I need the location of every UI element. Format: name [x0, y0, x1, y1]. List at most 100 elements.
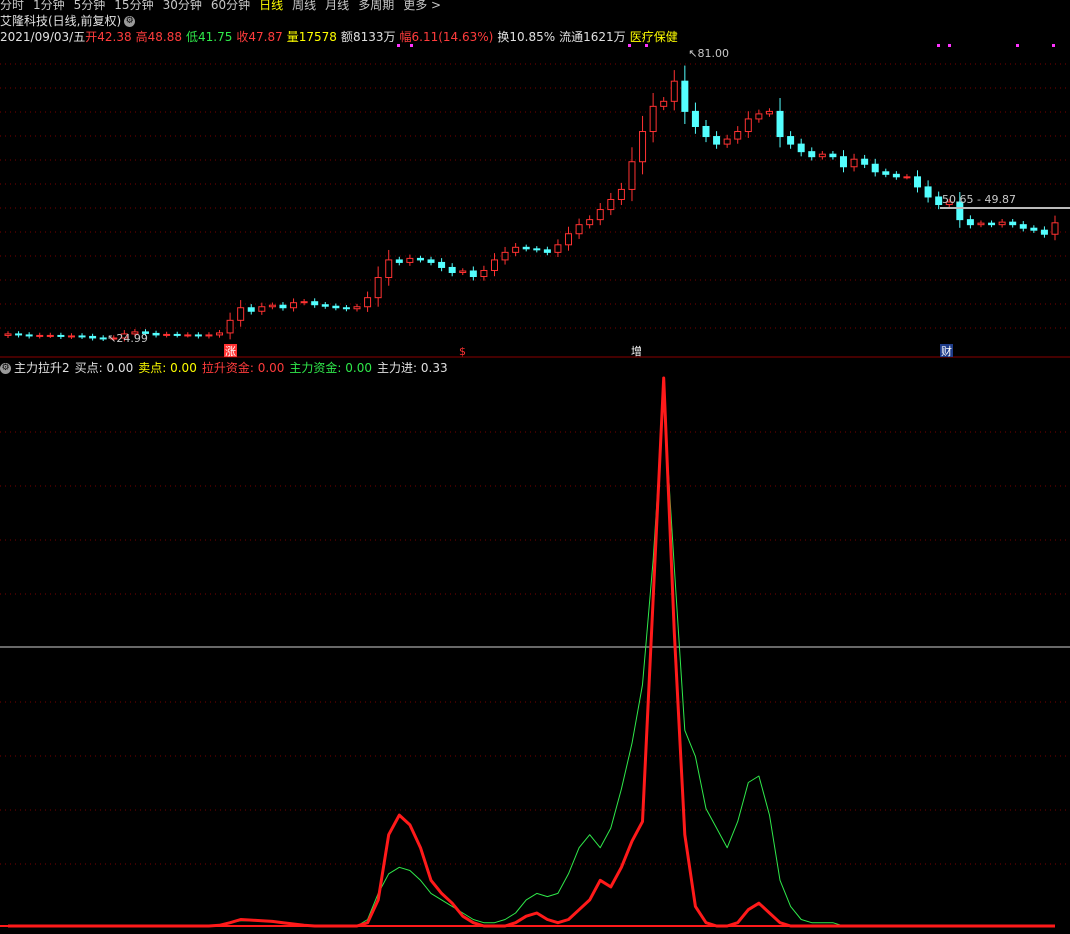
candle-body: [765, 110, 773, 115]
candle-body: [871, 163, 879, 173]
candle-body: [755, 113, 763, 120]
candle-body: [639, 131, 647, 163]
low-price-label: ↖24.99: [107, 332, 148, 345]
candle-body: [279, 304, 287, 309]
candle-body: [216, 332, 224, 336]
candle-body: [924, 186, 932, 198]
candle-body: [184, 334, 192, 337]
ohlc-row: 2021/09/03/五开42.38 高48.88 低41.75 收47.87 量175…: [0, 28, 682, 44]
candle-body: [713, 136, 721, 145]
candle-body: [67, 335, 75, 338]
tab-8[interactable]: 月线: [325, 0, 349, 12]
candle-body: [99, 337, 107, 340]
candle-body: [776, 110, 784, 138]
event-tag: $: [459, 345, 466, 358]
candle-body: [353, 306, 361, 310]
candle-body: [57, 334, 65, 337]
candle-body: [311, 301, 319, 306]
tab-10[interactable]: 更多 >: [403, 0, 441, 12]
tab-0[interactable]: 分时: [0, 0, 24, 12]
turnover-label: 换10.85%: [497, 30, 556, 44]
event-tag: 财: [941, 344, 952, 358]
tab-9[interactable]: 多周期: [358, 0, 394, 12]
buy-point: 买点: 0.00: [74, 361, 134, 375]
indicator-name[interactable]: 主力拉升2: [14, 361, 70, 375]
candle-body: [1009, 221, 1017, 226]
candle-body: [501, 251, 509, 261]
candle-body: [438, 261, 446, 268]
tab-4[interactable]: 30分钟: [163, 0, 202, 12]
candle-body: [512, 246, 520, 253]
candle-body: [702, 125, 710, 138]
candle-body: [1051, 222, 1059, 235]
candle-body: [290, 302, 298, 309]
candle-body: [1040, 229, 1048, 235]
signal-marker: [628, 44, 631, 47]
candle-body: [416, 257, 424, 261]
change-label: 幅6.11(14.63%): [399, 30, 494, 44]
candle-body: [966, 219, 974, 226]
candle-body: [723, 138, 731, 145]
candle-body: [385, 259, 393, 279]
candle-body: [649, 105, 657, 133]
gear-icon[interactable]: ⚙: [124, 16, 136, 27]
candle-body: [4, 333, 12, 336]
candle-body: [681, 80, 689, 112]
tab-2[interactable]: 5分钟: [74, 0, 106, 12]
candle-body: [744, 118, 752, 133]
candle-body: [406, 257, 414, 263]
candle-body: [448, 266, 456, 273]
candle-body: [268, 304, 276, 308]
candle-body: [459, 270, 467, 273]
low-label: 低41.75: [185, 30, 233, 44]
candle-body: [237, 307, 245, 321]
candle-body: [586, 219, 594, 226]
tab-7[interactable]: 周线: [292, 0, 316, 12]
sell-point: 卖点: 0.00: [138, 361, 197, 375]
tab-5[interactable]: 60分钟: [211, 0, 250, 12]
event-tag: 增: [631, 344, 642, 358]
candle-body: [36, 334, 44, 337]
period-tabs: 分时 1分钟 5分钟 15分钟 30分钟 60分钟 日线 周线 月线 多周期 更多 >: [0, 0, 450, 12]
stock-title-row: 艾隆科技(日线,前复权) ⚙: [0, 12, 136, 28]
candle-body: [342, 307, 350, 310]
chart-area[interactable]: ↖81.00 ↖24.99 50.65 - 49.87 涨 $ 增 财: [0, 0, 1070, 934]
candle-body: [935, 196, 943, 206]
candle-body: [628, 161, 636, 190]
candle-body: [226, 319, 234, 334]
main-fund-line: [8, 397, 1055, 927]
candle-body: [1019, 224, 1027, 229]
candle-body: [977, 222, 985, 226]
date-label: 2021/09/03/五: [0, 30, 86, 44]
candle-body: [670, 80, 678, 102]
signal-marker: [1016, 44, 1019, 47]
candle-body: [173, 333, 181, 336]
signal-marker: [937, 44, 940, 47]
volume-label: 量17578: [286, 30, 337, 44]
main-fund: 主力资金: 0.00: [289, 361, 373, 375]
event-tag: 涨: [225, 345, 236, 358]
candle-body: [818, 153, 826, 158]
candle-body: [395, 259, 403, 263]
candle-body: [364, 297, 372, 308]
amount-label: 额8133万: [340, 30, 396, 44]
signal-marker: [948, 44, 951, 47]
candle-body: [1030, 227, 1038, 231]
candle-body: [861, 158, 869, 165]
gear-icon[interactable]: ⚙: [0, 363, 11, 374]
candle-body: [163, 333, 171, 336]
candle-body: [332, 305, 340, 309]
candle-body: [892, 173, 900, 178]
candle-body: [300, 301, 308, 304]
sector-label[interactable]: 医疗保健: [630, 30, 678, 44]
candle-body: [480, 269, 488, 278]
candle-body: [998, 221, 1006, 226]
tab-1[interactable]: 1分钟: [33, 0, 65, 12]
indicator-row: ⚙ 主力拉升2 买点: 0.00 卖点: 0.00 拉升资金: 0.00 主力资金: 0.…: [0, 359, 453, 375]
candle-body: [194, 334, 202, 337]
signal-marker: [645, 44, 648, 47]
range-label: 50.65 - 49.87: [942, 193, 1016, 206]
tab-6[interactable]: 日线: [259, 0, 283, 12]
tab-3[interactable]: 15分钟: [114, 0, 153, 12]
stock-title: 艾隆科技(日线,前复权): [0, 14, 122, 28]
